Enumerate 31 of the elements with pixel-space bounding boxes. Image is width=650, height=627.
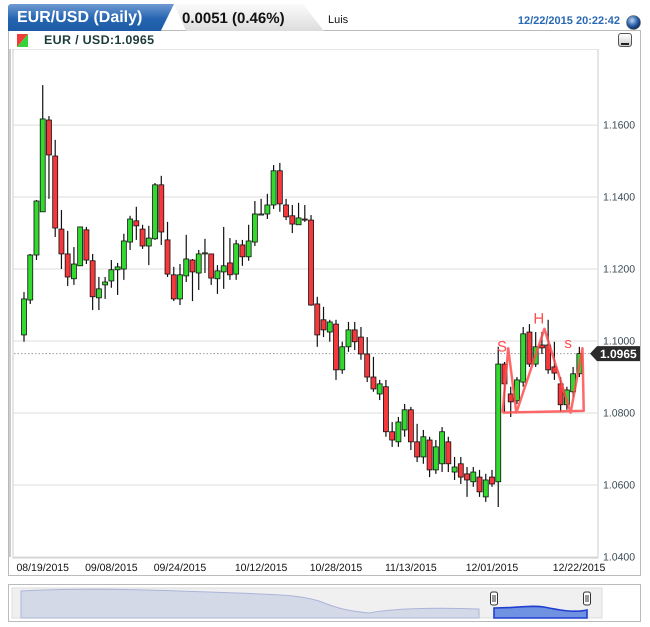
price-change: 0.0051 (0.46%) [174, 4, 324, 31]
range-handle[interactable] [490, 592, 498, 606]
y-axis-label: 1.1600 [603, 120, 636, 132]
y-axis-label: 1.0400 [603, 552, 636, 564]
pattern-label: s [564, 334, 572, 352]
pattern-label: S [496, 338, 507, 356]
y-axis-label: 1.0800 [603, 408, 636, 420]
x-axis-label: 11/13/2015 [385, 562, 437, 574]
timestamp: 12/22/2015 20:22:42 [518, 14, 620, 29]
range-handle[interactable] [583, 592, 591, 606]
x-axis-label: 10/12/2015 [234, 562, 288, 574]
y-axis-label: 1.1400 [603, 192, 636, 204]
y-axis-label: 1.1000 [603, 336, 636, 348]
y-axis-label: 1.1200 [603, 264, 636, 276]
x-axis-label: 08/19/2015 [16, 562, 69, 574]
chart-title-tab[interactable]: EUR/USD (Daily) [8, 4, 174, 31]
y-axis-label: 1.0600 [603, 480, 636, 492]
minimize-button[interactable] [618, 33, 632, 47]
x-axis-label: 10/28/2015 [310, 562, 362, 574]
globe-icon[interactable] [626, 15, 641, 30]
split-square-icon [17, 34, 28, 46]
x-axis-label: 12/22/2015 [552, 562, 606, 574]
pattern-label: H [533, 310, 544, 328]
user-name: Luis [327, 13, 348, 28]
ref-line-label: 1.0965 [600, 346, 638, 361]
price-tag: 1.0965 [590, 346, 640, 362]
x-axis-label: 09/24/2015 [154, 562, 206, 574]
x-axis-label: 09/08/2015 [85, 562, 138, 574]
minus-icon [621, 42, 629, 46]
instrument-legend: EUR / USD:1.0965 [44, 30, 154, 50]
x-axis-label: 12/01/2015 [466, 562, 518, 574]
